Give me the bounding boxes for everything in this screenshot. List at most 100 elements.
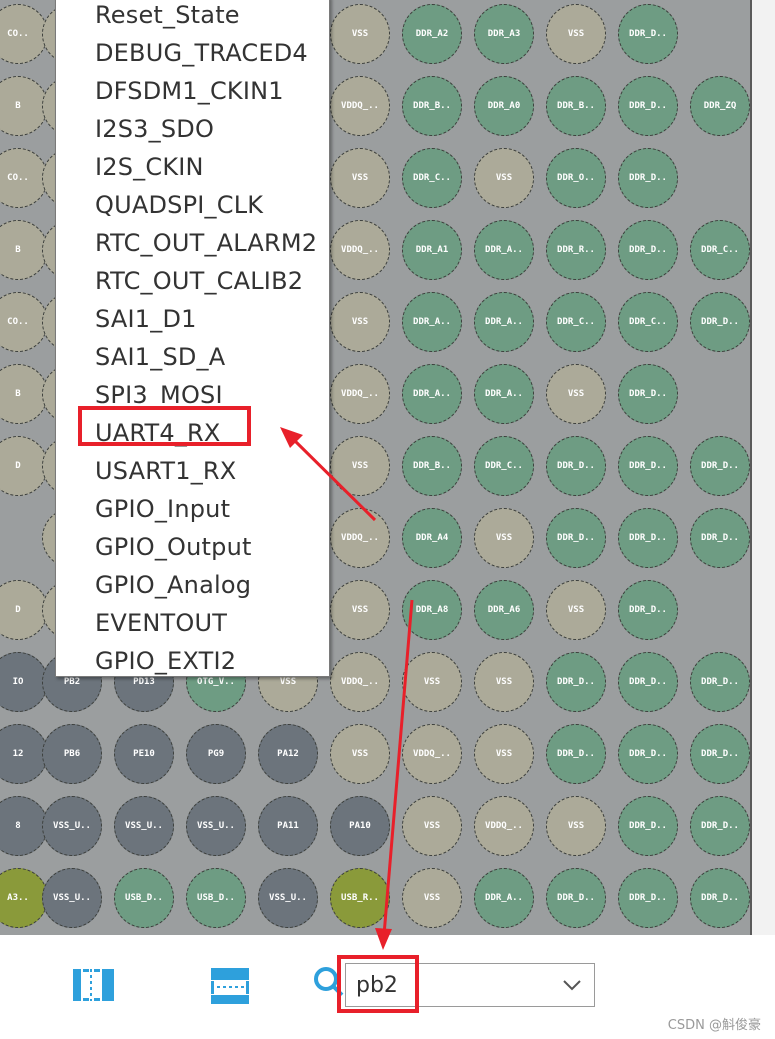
pin-ball[interactable]: CO.. xyxy=(0,148,48,208)
dropdown-item-gpio-input[interactable]: GPIO_Input xyxy=(95,491,230,527)
pin-ball[interactable]: DDR_A.. xyxy=(474,292,534,352)
pin-ball[interactable]: VSS xyxy=(402,652,462,712)
pin-ball[interactable]: DDR_A.. xyxy=(474,220,534,280)
pin-ball[interactable]: DDR_D.. xyxy=(618,580,678,640)
pin-ball[interactable]: VDDQ_.. xyxy=(330,508,390,568)
pin-ball[interactable]: DDR_C.. xyxy=(546,292,606,352)
pin-ball[interactable]: PB6 xyxy=(42,724,102,784)
chevron-down-icon[interactable] xyxy=(562,978,582,992)
pin-ball[interactable]: DDR_A2 xyxy=(402,4,462,64)
pin-ball[interactable]: VDDQ_.. xyxy=(330,652,390,712)
pin-ball[interactable]: VDDQ_.. xyxy=(330,76,390,136)
pin-ball[interactable]: DDR_A.. xyxy=(402,292,462,352)
pin-ball[interactable]: DDR_D.. xyxy=(618,364,678,424)
pin-ball[interactable]: A3.. xyxy=(0,868,48,928)
pin-ball[interactable]: VSS xyxy=(402,796,462,856)
pin-ball[interactable]: VSS xyxy=(402,868,462,928)
pin-ball[interactable]: VSS xyxy=(330,580,390,640)
pin-ball[interactable]: DDR_D.. xyxy=(546,724,606,784)
pin-ball[interactable]: DDR_C.. xyxy=(690,220,750,280)
pin-ball[interactable]: DDR_D.. xyxy=(618,652,678,712)
pin-ball[interactable]: DDR_A.. xyxy=(474,364,534,424)
pin-ball[interactable]: DDR_D.. xyxy=(618,148,678,208)
pin-ball[interactable]: VSS xyxy=(330,148,390,208)
dropdown-item-gpio-output[interactable]: GPIO_Output xyxy=(95,529,252,565)
pin-function-dropdown[interactable]: Reset_State DEBUG_TRACED4 DFSDM1_CKIN1 I2S3… xyxy=(55,0,330,677)
pin-ball[interactable]: USB_D.. xyxy=(114,868,174,928)
pin-ball[interactable]: DDR_D.. xyxy=(690,292,750,352)
pin-ball[interactable]: DDR_D.. xyxy=(618,4,678,64)
pin-ball[interactable]: DDR_C.. xyxy=(618,292,678,352)
pin-ball[interactable]: PA10 xyxy=(330,796,390,856)
pin-ball[interactable]: PA11 xyxy=(258,796,318,856)
pin-ball[interactable]: DDR_A.. xyxy=(474,868,534,928)
pin-ball[interactable]: VSS_U.. xyxy=(186,796,246,856)
pin-search-input[interactable] xyxy=(356,970,546,1000)
pin-ball[interactable]: IO xyxy=(0,652,48,712)
dropdown-item-quadspi-clk[interactable]: QUADSPI_CLK xyxy=(95,187,263,223)
pin-ball[interactable]: VDDQ_.. xyxy=(474,796,534,856)
pin-ball[interactable]: B xyxy=(0,220,48,280)
pin-ball[interactable]: DDR_ZQ xyxy=(690,76,750,136)
pin-ball[interactable]: VDDQ_.. xyxy=(330,220,390,280)
pin-ball[interactable]: DDR_D.. xyxy=(618,76,678,136)
pin-ball[interactable]: PA12 xyxy=(258,724,318,784)
search-icon[interactable] xyxy=(312,965,344,997)
dropdown-item-sai1-sd-a[interactable]: SAI1_SD_A xyxy=(95,339,225,375)
pin-ball[interactable]: DDR_D.. xyxy=(546,508,606,568)
dropdown-item-dfsdm1-ckin1[interactable]: DFSDM1_CKIN1 xyxy=(95,73,284,109)
dropdown-item-sai1-d1[interactable]: SAI1_D1 xyxy=(95,301,197,337)
pin-ball[interactable]: VSS xyxy=(330,292,390,352)
pin-ball[interactable]: DDR_D.. xyxy=(546,652,606,712)
pin-ball[interactable]: 12 xyxy=(0,724,48,784)
dropdown-item-eventout[interactable]: EVENTOUT xyxy=(95,605,227,641)
pin-ball[interactable]: VSS xyxy=(546,796,606,856)
pin-ball[interactable]: CO.. xyxy=(0,292,48,352)
dropdown-item-gpio-analog[interactable]: GPIO_Analog xyxy=(95,567,251,603)
pin-ball[interactable]: VSS_U.. xyxy=(258,868,318,928)
pin-ball[interactable]: 8 xyxy=(0,796,48,856)
pin-ball[interactable]: DDR_D.. xyxy=(690,724,750,784)
pin-ball[interactable]: VSS_U.. xyxy=(42,868,102,928)
pin-ball[interactable]: VSS xyxy=(330,436,390,496)
pin-ball[interactable]: CO.. xyxy=(0,4,48,64)
pin-ball[interactable]: D xyxy=(0,580,48,640)
pin-ball[interactable]: DDR_A1 xyxy=(402,220,462,280)
pin-ball[interactable]: USB_R.. xyxy=(330,868,390,928)
dropdown-item-gpio-exti2[interactable]: GPIO_EXTI2 xyxy=(95,643,236,676)
pin-ball[interactable]: PG9 xyxy=(186,724,246,784)
dropdown-item-uart4-rx[interactable]: UART4_RX xyxy=(95,415,221,451)
pin-search-combobox[interactable] xyxy=(345,963,595,1007)
pin-ball[interactable]: DDR_O.. xyxy=(546,148,606,208)
pin-ball[interactable]: DDR_D.. xyxy=(690,652,750,712)
pin-ball[interactable]: DDR_D.. xyxy=(618,436,678,496)
dropdown-item-i2s-ckin[interactable]: I2S_CKIN xyxy=(95,149,204,185)
pin-ball[interactable]: DDR_C.. xyxy=(474,436,534,496)
pin-ball[interactable]: VDDQ_.. xyxy=(402,724,462,784)
pin-ball[interactable]: VSS xyxy=(474,724,534,784)
dropdown-item-rtc-out-alarm2[interactable]: RTC_OUT_ALARM2 xyxy=(95,225,317,261)
split-horizontal-icon[interactable] xyxy=(210,967,250,1005)
pin-ball[interactable]: VSS xyxy=(330,4,390,64)
pin-ball[interactable]: DDR_B.. xyxy=(402,76,462,136)
split-vertical-icon[interactable] xyxy=(72,967,116,1003)
dropdown-item-usart1-rx[interactable]: USART1_RX xyxy=(95,453,236,489)
pin-ball[interactable]: DDR_A0 xyxy=(474,76,534,136)
pin-ball[interactable]: B xyxy=(0,76,48,136)
pin-ball[interactable]: DDR_D.. xyxy=(690,508,750,568)
pin-ball[interactable]: DDR_B.. xyxy=(546,76,606,136)
pin-ball[interactable]: VSS xyxy=(546,4,606,64)
pin-ball[interactable]: DDR_D.. xyxy=(618,220,678,280)
pin-ball[interactable]: DDR_C.. xyxy=(402,148,462,208)
dropdown-item-spi3-mosi[interactable]: SPI3_MOSI xyxy=(95,377,223,413)
pin-ball[interactable]: DDR_D.. xyxy=(618,724,678,784)
pin-ball[interactable]: DDR_A8 xyxy=(402,580,462,640)
pin-ball[interactable]: DDR_D.. xyxy=(618,796,678,856)
pin-ball[interactable]: PE10 xyxy=(114,724,174,784)
pin-ball[interactable]: VSS xyxy=(330,724,390,784)
pin-ball[interactable]: DDR_D.. xyxy=(618,868,678,928)
dropdown-item-rtc-out-calib2[interactable]: RTC_OUT_CALIB2 xyxy=(95,263,303,299)
pin-ball[interactable]: DDR_B.. xyxy=(402,436,462,496)
pin-ball[interactable]: DDR_D.. xyxy=(690,436,750,496)
pin-ball[interactable]: DDR_D.. xyxy=(546,868,606,928)
